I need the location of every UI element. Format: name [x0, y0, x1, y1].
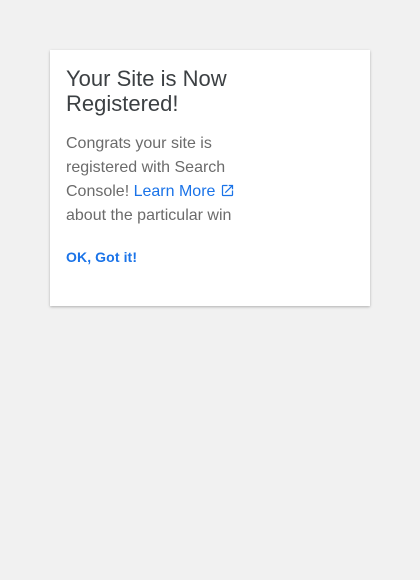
dialog-message: Congrats your site is registered with Se…: [66, 132, 276, 228]
dialog-title: Your Site is Now Registered!: [66, 66, 227, 116]
registration-dialog: Your Site is Now Registered! Congrats yo…: [50, 50, 370, 306]
learn-more-label: Learn More: [133, 183, 216, 200]
message-suffix: about the particular win: [66, 207, 232, 224]
ok-got-it-button[interactable]: OK, Got it!: [66, 249, 137, 265]
learn-more-link[interactable]: Learn More: [134, 183, 238, 200]
open-in-new-icon: [220, 183, 235, 198]
